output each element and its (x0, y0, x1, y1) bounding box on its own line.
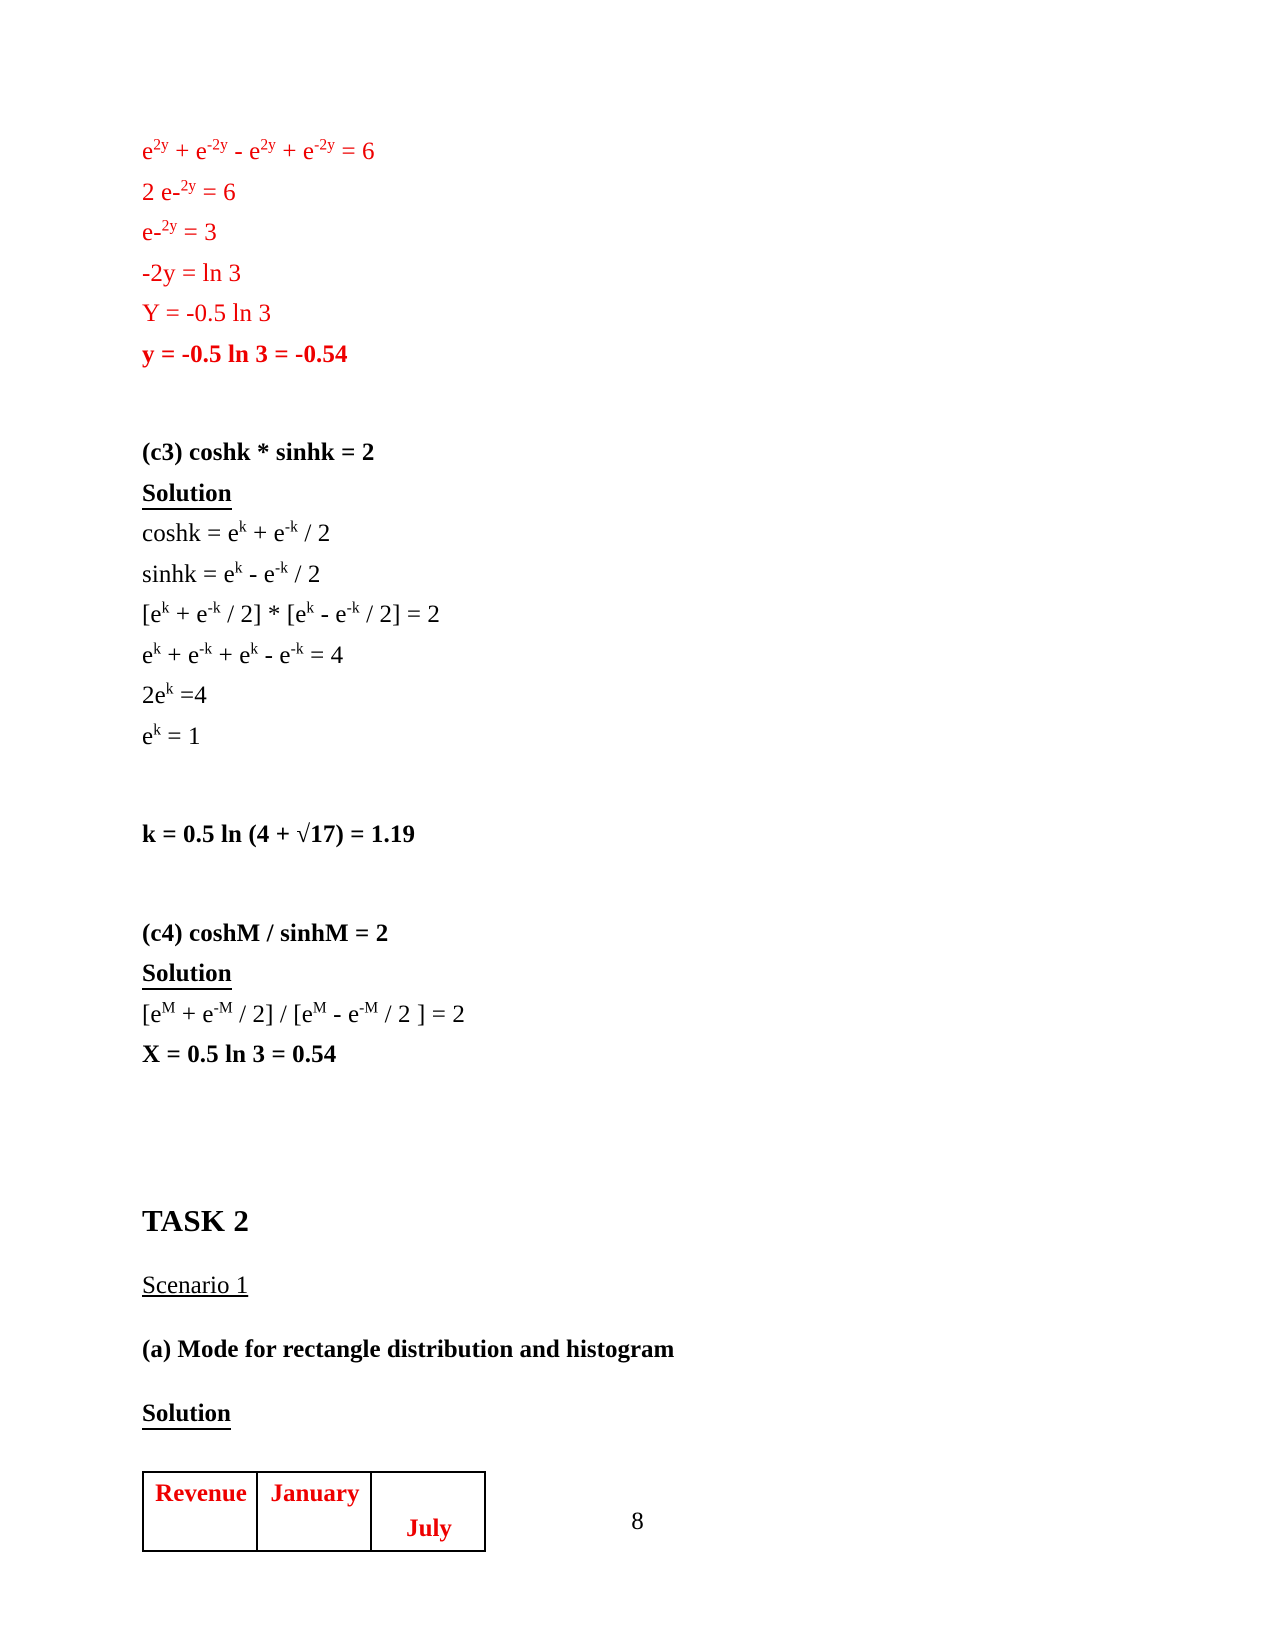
c4l1-sup-4: -M (359, 999, 379, 1017)
equation-line-6-answer: y = -0.5 ln 3 = -0.54 (142, 340, 348, 368)
task2-part-a: (a) Mode for rectangle distribution and … (142, 1335, 675, 1363)
eq2-sup-1: 2y (180, 177, 197, 195)
task2-solution-label-text: Solution (142, 1400, 231, 1430)
solution-label-c3: Solution (142, 474, 1142, 515)
c3-work-line-1: coshk = ek + e-k / 2 (142, 518, 331, 547)
c4l1-sup-3: M (312, 999, 327, 1017)
c4-work-line-1: [eM + e-M / 2] / [eM - e-M / 2 ] = 2 (142, 999, 465, 1028)
c3l4-sup-1: k (153, 640, 162, 658)
scenario-heading-text: Scenario 1 (142, 1271, 249, 1299)
c4l1-sup-2: -M (213, 999, 233, 1017)
c3l2-sup-1: k (234, 559, 243, 577)
eq1-term: e2y + e-2y - e2y + e-2y = 6 (142, 136, 375, 165)
solution-label-c4-text: Solution (142, 960, 232, 991)
c4l1-sup-1: M (161, 999, 176, 1017)
c3l3-sup-1: k (161, 599, 170, 617)
task2-solution-label: Solution (142, 1393, 1142, 1435)
eq1-sup-1: 2y (153, 136, 169, 154)
c3l4-sup-2: -k (199, 640, 213, 658)
c3-work-line-2: sinhk = ek - e-k / 2 (142, 559, 321, 588)
c3l4-sup-3: k (250, 640, 259, 658)
equation-line-1: e2y + e-2y - e2y + e-2y = 6 (142, 132, 1142, 173)
equation-line-2: 2 e-2y = 6 (142, 173, 1142, 214)
c3l5-sup-1: k (165, 680, 174, 698)
c3l3-sup-2: -k (207, 599, 221, 617)
document-page: e2y + e-2y - e2y + e-2y = 6 2 e-2y = 6 e… (0, 0, 1275, 1651)
eq2-term: 2 e-2y = 6 (142, 177, 236, 206)
c3l6-sup-1: k (153, 721, 162, 739)
c3l2-sup-2: -k (274, 559, 289, 577)
solution-label-c3-text: Solution (142, 480, 232, 510)
scenario-heading: Scenario 1 (142, 1265, 1142, 1307)
page-content: e2y + e-2y - e2y + e-2y = 6 2 e-2y = 6 e… (142, 132, 1142, 1552)
c3-work-line-5: 2ek =4 (142, 680, 207, 709)
eq3-sup-1: 2y (161, 217, 178, 235)
c3l3-sup-3: k (306, 599, 315, 617)
c3-answer: k = 0.5 ln (4 + √17) = 1.19 (142, 821, 416, 848)
eq1-sup-4: -2y (314, 136, 336, 154)
c3-work-line-3: [ek + e-k / 2] * [ek - e-k / 2] = 2 (142, 599, 441, 628)
c3l1-sup-1: k (238, 518, 247, 536)
equation-line-5: Y = -0.5 ln 3 (142, 300, 272, 327)
equation-line-4: -2y = ln 3 (142, 259, 242, 287)
page-title-task2: TASK 2 (142, 1202, 250, 1238)
question-c4: (c4) coshM / sinhM = 2 (142, 919, 389, 947)
c3-work-line-4: ek + e-k + ek - e-k = 4 (142, 640, 344, 669)
equation-line-3: e-2y = 3 (142, 213, 1142, 254)
c3l1-sup-2: -k (284, 518, 299, 536)
c3-work-line-6: ek = 1 (142, 721, 201, 750)
solution-label-c4: Solution (142, 954, 1142, 995)
page-number: 8 (631, 1508, 644, 1535)
eq1-sup-2: -2y (207, 136, 228, 154)
question-c3: (c3) coshk * sinhk = 2 (142, 439, 375, 466)
c3l4-sup-4: -k (290, 640, 304, 658)
c3l3-sup-4: -k (346, 599, 360, 617)
c4-answer: X = 0.5 ln 3 = 0.54 (142, 1041, 337, 1068)
eq1-sup-3: 2y (260, 136, 277, 154)
eq3-term: e-2y = 3 (142, 217, 217, 246)
